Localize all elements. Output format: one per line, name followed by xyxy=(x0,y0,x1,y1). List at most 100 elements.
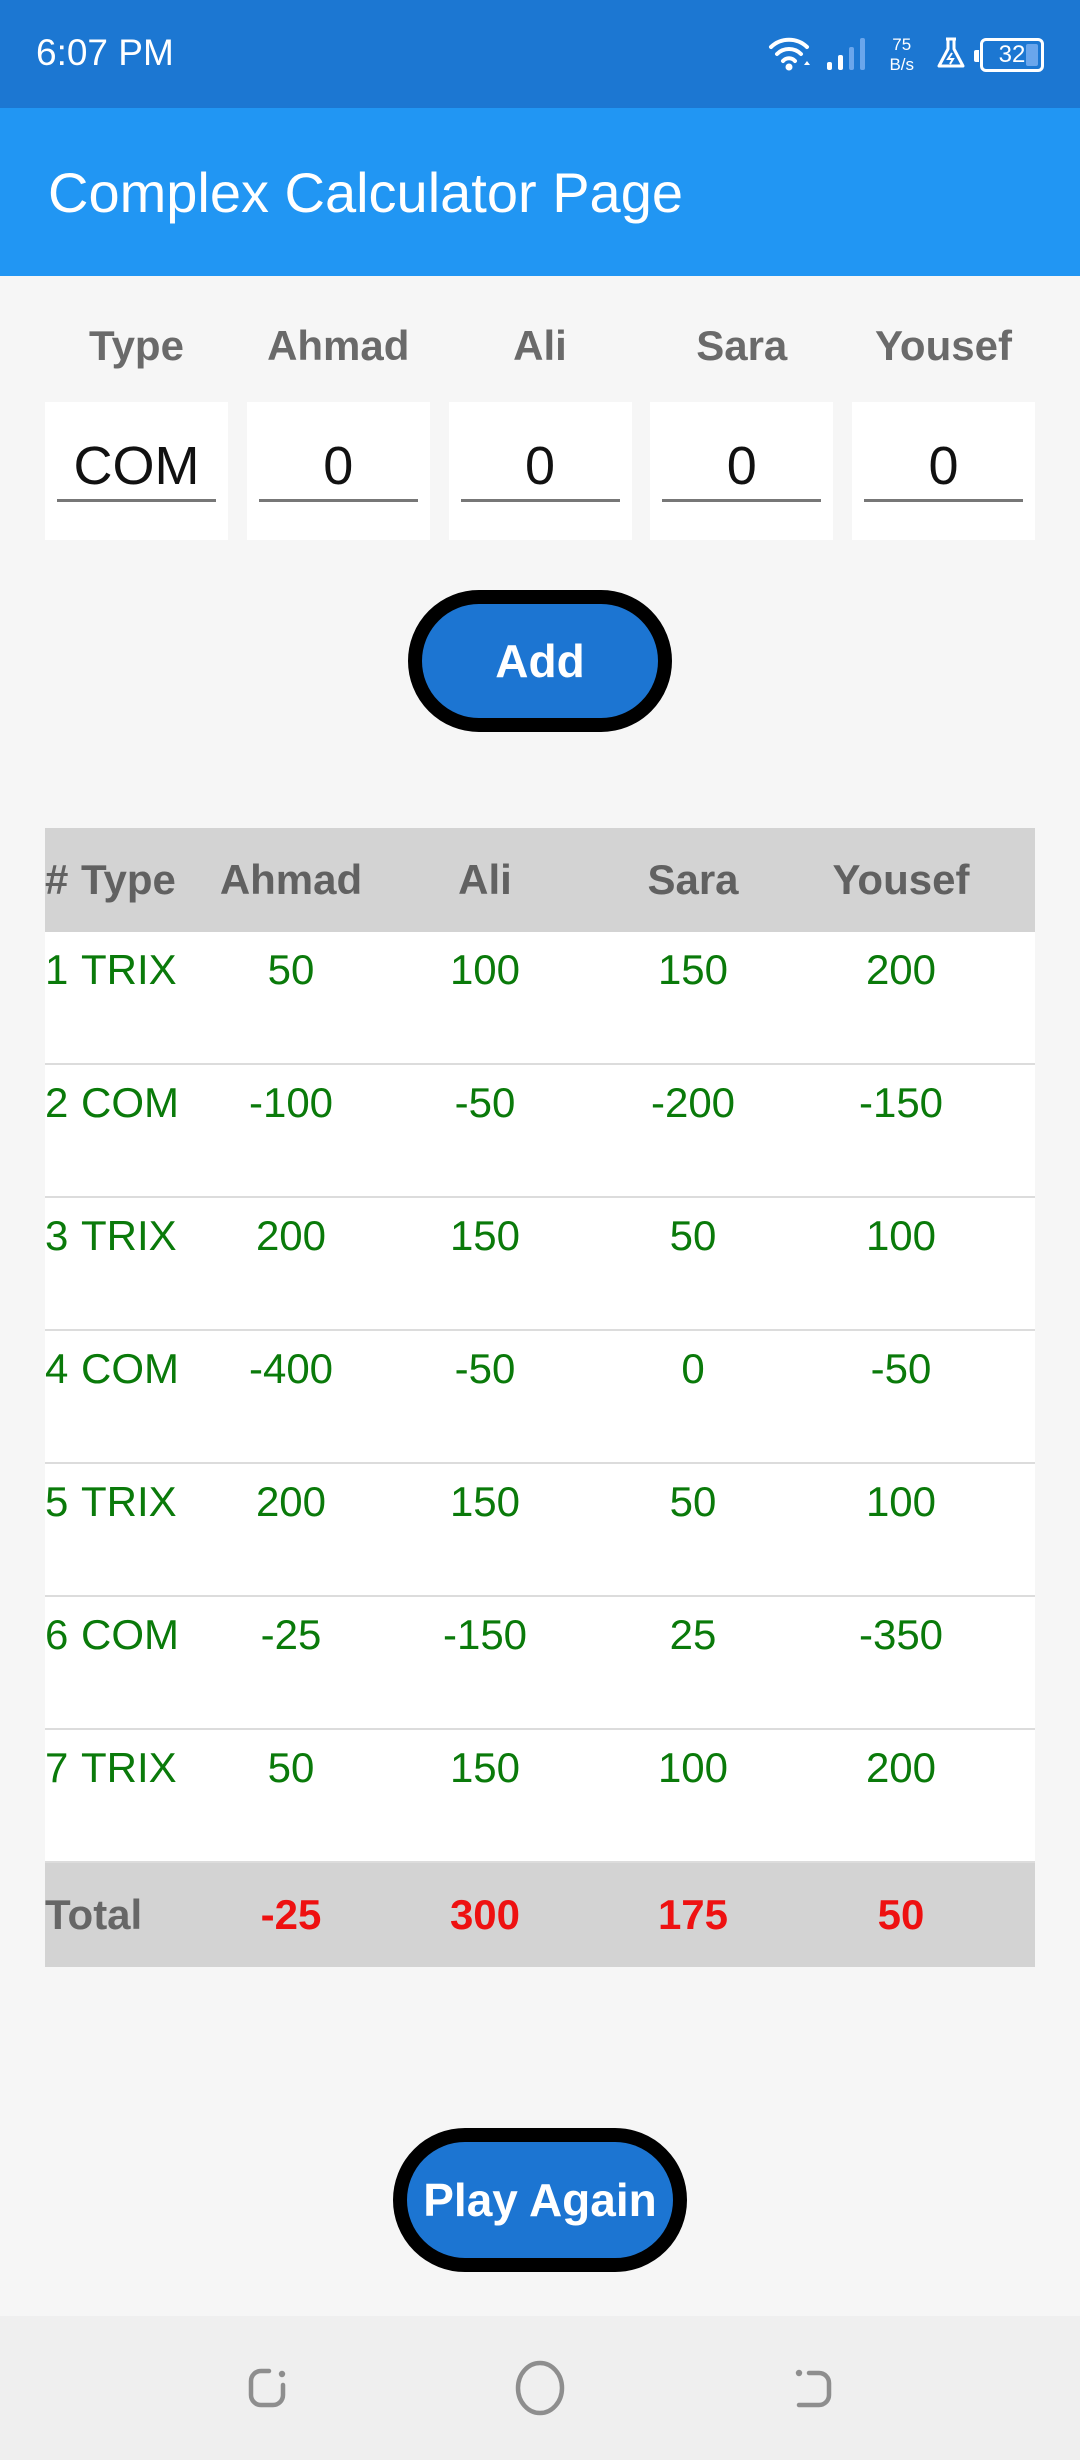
row-sara: -200 xyxy=(650,1079,736,1126)
row-yousef: -350 xyxy=(858,1611,944,1658)
scores-table: # Type Ahmad Ali Sara Yousef 1 TRIX 50 100 1… xyxy=(45,828,1035,1967)
row-ahmad: -25 xyxy=(260,1611,322,1658)
row-ahmad: 50 xyxy=(267,946,315,993)
row-sara: 0 xyxy=(681,1345,705,1392)
label-ali: Ali xyxy=(513,322,567,369)
header-ali: Ali xyxy=(458,856,512,903)
label-ahmad: Ahmad xyxy=(267,322,410,369)
label-sara: Sara xyxy=(696,322,788,369)
row-ahmad: -400 xyxy=(248,1345,334,1392)
row-sara: 150 xyxy=(657,946,729,993)
row-ali: -150 xyxy=(442,1611,528,1658)
table-row: 7 TRIX 50 150 100 200 xyxy=(45,1730,1035,1863)
status-icons: 75 B/s 32 xyxy=(767,30,1044,80)
navigation-bar xyxy=(0,2316,1080,2460)
table-header: # Type Ahmad Ali Sara Yousef xyxy=(45,828,1035,932)
row-yousef: 100 xyxy=(865,1212,937,1259)
row-type: TRIX xyxy=(81,1744,177,1791)
page-title: Complex Calculator Page xyxy=(48,161,683,224)
net-speed-value: 75 xyxy=(892,35,912,54)
row-ali: 100 xyxy=(449,946,521,993)
input-labels: Type Ahmad Ali Sara Yousef xyxy=(45,322,1035,370)
total-yousef: 50 xyxy=(877,1891,925,1938)
home-icon[interactable] xyxy=(510,2358,570,2418)
input-row xyxy=(45,402,1035,540)
row-number: 2 xyxy=(45,1079,69,1126)
table-row: 4 COM -400 -50 0 -50 xyxy=(45,1331,1035,1464)
app-bar: Complex Calculator Page xyxy=(0,108,1080,276)
table-body: 1 TRIX 50 100 150 200 2 COM -100 -50 -200 -150 3 TRIX… xyxy=(45,932,1035,1863)
table-row: 6 COM -25 -150 25 -350 xyxy=(45,1597,1035,1730)
table-row: 3 TRIX 200 150 50 100 xyxy=(45,1198,1035,1331)
header-type: Type xyxy=(81,856,176,903)
back-icon[interactable] xyxy=(782,2358,842,2418)
total-ali: 300 xyxy=(449,1891,521,1938)
header-yousef: Yousef xyxy=(832,856,970,903)
battery-level: 32 xyxy=(998,41,1026,68)
network-speed: 75 B/s xyxy=(889,35,914,75)
row-type: COM xyxy=(81,1079,179,1126)
row-ali: -50 xyxy=(454,1079,516,1126)
label-type: Type xyxy=(89,322,184,369)
ahmad-field-container xyxy=(246,402,430,540)
recent-apps-icon[interactable] xyxy=(240,2358,300,2418)
row-type: TRIX xyxy=(81,1478,177,1525)
table-row: 5 TRIX 200 150 50 100 xyxy=(45,1464,1035,1597)
row-number: 7 xyxy=(45,1744,69,1791)
total-label: Total xyxy=(45,1891,143,1938)
label-yousef: Yousef xyxy=(875,322,1012,369)
row-ahmad: 50 xyxy=(267,1744,315,1791)
lab-flask-icon xyxy=(936,36,966,75)
row-number: 6 xyxy=(45,1611,69,1658)
type-field-container xyxy=(45,402,228,540)
ali-score-input[interactable] xyxy=(460,432,620,502)
add-button[interactable]: Add xyxy=(408,590,672,732)
row-ahmad: -100 xyxy=(248,1079,334,1126)
header-sara: Sara xyxy=(647,856,739,903)
row-number: 5 xyxy=(45,1478,69,1525)
row-yousef: -50 xyxy=(870,1345,932,1392)
row-sara: 50 xyxy=(669,1478,717,1525)
header-ahmad: Ahmad xyxy=(219,856,363,903)
row-sara: 100 xyxy=(657,1744,729,1791)
total-ahmad: -25 xyxy=(260,1891,322,1938)
row-yousef: -150 xyxy=(858,1079,944,1126)
row-ali: 150 xyxy=(449,1478,521,1525)
play-again-button[interactable]: Play Again xyxy=(393,2128,687,2272)
row-type: TRIX xyxy=(81,1212,177,1259)
row-type: TRIX xyxy=(81,946,177,993)
status-time: 6:07 PM xyxy=(36,32,174,73)
row-number: 4 xyxy=(45,1345,69,1392)
ali-field-container xyxy=(448,402,632,540)
row-yousef: 200 xyxy=(865,946,937,993)
total-row: Total -25 300 175 50 xyxy=(45,1863,1035,1967)
row-ali: 150 xyxy=(449,1744,521,1791)
net-speed-unit: B/s xyxy=(889,55,914,74)
row-type: COM xyxy=(81,1611,179,1658)
signal-icon xyxy=(825,35,867,76)
yousef-field-container xyxy=(852,402,1035,540)
row-type: COM xyxy=(81,1345,179,1392)
header-num: # xyxy=(45,856,69,903)
row-ali: -50 xyxy=(454,1345,516,1392)
table-row: 2 COM -100 -50 -200 -150 xyxy=(45,1065,1035,1198)
ahmad-score-input[interactable] xyxy=(258,432,418,502)
status-bar: 6:07 PM 75 B/s 32 xyxy=(0,0,1080,108)
row-ali: 150 xyxy=(449,1212,521,1259)
row-ahmad: 200 xyxy=(255,1212,327,1259)
row-yousef: 100 xyxy=(865,1478,937,1525)
battery-icon: 32 xyxy=(974,38,1044,72)
row-sara: 50 xyxy=(669,1212,717,1259)
sara-score-input[interactable] xyxy=(662,432,822,502)
table-row: 1 TRIX 50 100 150 200 xyxy=(45,932,1035,1065)
total-sara: 175 xyxy=(657,1891,729,1938)
row-sara: 25 xyxy=(669,1611,717,1658)
yousef-score-input[interactable] xyxy=(864,432,1023,502)
row-ahmad: 200 xyxy=(255,1478,327,1525)
type-input[interactable] xyxy=(57,432,216,502)
row-number: 3 xyxy=(45,1212,69,1259)
wifi-icon xyxy=(767,35,811,76)
row-yousef: 200 xyxy=(865,1744,937,1791)
sara-field-container xyxy=(650,402,834,540)
row-number: 1 xyxy=(45,946,69,993)
